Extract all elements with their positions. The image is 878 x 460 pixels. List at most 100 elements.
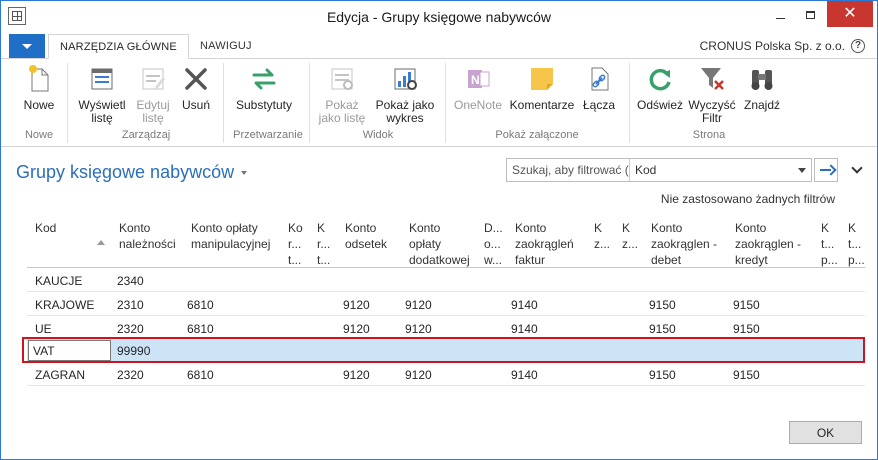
binoculars-icon <box>751 70 773 90</box>
apply-filter-button[interactable] <box>814 158 838 182</box>
group-label-attachments: Pokaż załączone <box>495 129 579 141</box>
cell-kod: ZAGRAN <box>35 368 86 382</box>
column-header-truncated-1[interactable]: Ko r... t... <box>288 220 303 268</box>
page-title-dropdown-icon[interactable] <box>241 171 247 175</box>
delete-button[interactable]: Usuń <box>179 63 213 112</box>
column-header-truncated-2[interactable]: Kr... t... <box>317 220 330 268</box>
refresh-button[interactable]: Odśwież <box>635 63 685 112</box>
row-highlight <box>22 337 865 363</box>
column-header-konto-oplaty-manipulacyjnej[interactable]: Konto opłaty manipulacyjnej <box>191 220 270 252</box>
collapse-chevron-icon[interactable] <box>851 162 863 174</box>
refresh-icon <box>649 68 671 91</box>
table-row[interactable]: ZAGRAN 2320 6810 9120 9120 9140 9150 915… <box>27 363 865 386</box>
ribbon-separator <box>309 63 310 143</box>
table-row[interactable]: KAUCJE 2340 <box>27 269 865 292</box>
group-label-page: Strona <box>692 129 726 141</box>
show-as-list-button[interactable]: Pokaż jako listę <box>315 63 369 125</box>
clear-filter-icon <box>701 68 724 90</box>
chevron-down-icon[interactable] <box>798 168 806 173</box>
ribbon-separator <box>67 63 68 143</box>
svg-text:N: N <box>471 73 480 87</box>
cell-konto-oplaty-manipulacyjnej: 6810 <box>187 322 214 336</box>
help-icon[interactable]: ? <box>851 39 865 53</box>
column-header-konto-odsetek[interactable]: Konto odsetek <box>345 220 387 252</box>
column-header-konto-naleznosci[interactable]: Konto należności <box>119 220 176 252</box>
page-title[interactable]: Grupy księgowe nabywców <box>16 162 234 183</box>
minimize-icon <box>775 17 785 19</box>
cell-konto-zaokraglen-faktur: 9140 <box>511 368 538 382</box>
ribbon-separator <box>445 63 446 143</box>
cell-konto-zaokraglen-debet: 9150 <box>649 298 676 312</box>
view-list-icon <box>91 68 113 90</box>
show-as-chart-button[interactable]: Pokaż jako wykres <box>373 63 437 125</box>
edit-list-button[interactable]: Edytuj listę <box>133 63 173 125</box>
sort-ascending-icon <box>97 240 105 245</box>
column-header-konto-oplaty-dodatkowej[interactable]: Konto opłaty dodatkowej <box>409 220 470 268</box>
links-button[interactable]: Łącza <box>579 63 619 112</box>
comments-button[interactable]: Komentarze <box>509 63 575 112</box>
close-button[interactable]: ✕ <box>827 1 873 27</box>
show-chart-icon <box>394 68 417 90</box>
close-icon: ✕ <box>843 5 857 22</box>
cell-konto-oplaty-manipulacyjnej: 6810 <box>187 298 214 312</box>
cell-konto-zaokraglen-debet: 9150 <box>649 368 676 382</box>
cell-kod: KAUCJE <box>35 274 83 288</box>
delete-x-icon <box>185 68 207 90</box>
column-header-konto-zaokraglen-faktur[interactable]: Konto zaokrągleń faktur <box>515 220 574 268</box>
find-button[interactable]: Znajdź <box>741 63 783 112</box>
edit-window: Edycja - Grupy księgowe nabywców ✕ NARZĘ… <box>0 0 878 460</box>
filter-field-select[interactable]: Kod <box>635 163 656 177</box>
column-header-konto-zaokraglen-debet[interactable]: Konto zaokrąglen - debet <box>651 220 717 268</box>
substitutes-button[interactable]: Substytuty <box>231 63 297 112</box>
maximize-button[interactable] <box>795 1 825 27</box>
cell-konto-zaokraglen-kredyt: 9150 <box>733 368 760 382</box>
cell-konto-oplaty-dodatkowej: 9120 <box>405 298 432 312</box>
tab-home[interactable]: NARZĘDZIA GŁÓWNE <box>48 34 189 59</box>
company-name[interactable]: CRONUS Polska Sp. z o.o. <box>700 39 845 53</box>
maximize-icon <box>805 11 815 20</box>
search-input[interactable] <box>507 159 630 181</box>
swap-arrows-icon <box>252 68 276 90</box>
column-header-truncated-3[interactable]: D... o... w... <box>484 220 503 268</box>
cell-konto-naleznosci: 2310 <box>117 298 144 312</box>
view-list-button[interactable]: Wyświetl listę <box>73 63 131 125</box>
cell-konto-oplaty-manipulacyjnej: 6810 <box>187 368 214 382</box>
filter-status: Nie zastosowano żadnych filtrów <box>660 192 835 206</box>
link-icon <box>591 67 609 91</box>
cell-konto-zaokraglen-kredyt: 9150 <box>733 298 760 312</box>
column-header-truncated-6[interactable]: Kt... p... <box>821 220 838 268</box>
show-list-icon <box>331 68 353 90</box>
group-label-new: Nowe <box>24 129 54 141</box>
cell-konto-oplaty-dodatkowej: 9120 <box>405 368 432 382</box>
column-header-konto-zaokraglen-kredyt[interactable]: Konto zaokrąglen - kredyt <box>735 220 801 268</box>
cell-konto-naleznosci: 2320 <box>117 368 144 382</box>
minimize-button[interactable] <box>765 1 795 27</box>
edit-list-icon <box>142 68 165 90</box>
ribbon-separator <box>629 63 630 143</box>
title-bar: Edycja - Grupy księgowe nabywców ✕ <box>1 1 877 33</box>
new-button[interactable]: Nowe <box>17 63 61 112</box>
table-row[interactable]: KRAJOWE 2310 6810 9120 9120 9140 9150 91… <box>27 293 865 316</box>
ribbon: Nowe Nowe Wyświetl listę Edytuj listę Us… <box>1 59 877 147</box>
ribbon-separator <box>223 63 224 143</box>
filter-box: Kod <box>506 158 812 182</box>
column-header-truncated-7[interactable]: Kt... p... <box>848 220 865 268</box>
cell-konto-zaokraglen-faktur: 9140 <box>511 322 538 336</box>
column-header-kod[interactable]: Kod <box>35 220 56 236</box>
onenote-button[interactable]: N OneNote <box>451 63 505 112</box>
column-header-truncated-4[interactable]: Kz... <box>594 220 610 252</box>
onenote-icon: N <box>468 70 490 88</box>
cell-konto-zaokraglen-debet: 9150 <box>649 322 676 336</box>
new-document-icon <box>29 65 49 92</box>
column-header-truncated-5[interactable]: Kz... <box>622 220 638 252</box>
cell-konto-odsetek: 9120 <box>343 322 370 336</box>
tab-navigate[interactable]: NAWIGUJ <box>189 34 263 59</box>
group-label-processing: Przetwarzanie <box>233 129 303 141</box>
cell-konto-naleznosci: 2340 <box>117 274 144 288</box>
file-menu-button[interactable] <box>9 34 45 58</box>
ok-button[interactable]: OK <box>789 421 862 444</box>
clear-filter-button[interactable]: Wyczyść Filtr <box>687 63 737 125</box>
ribbon-tab-bar: NARZĘDZIA GŁÓWNE NAWIGUJ CRONUS Polska S… <box>1 33 877 59</box>
cell-konto-zaokraglen-faktur: 9140 <box>511 298 538 312</box>
cell-konto-oplaty-dodatkowej: 9120 <box>405 322 432 336</box>
